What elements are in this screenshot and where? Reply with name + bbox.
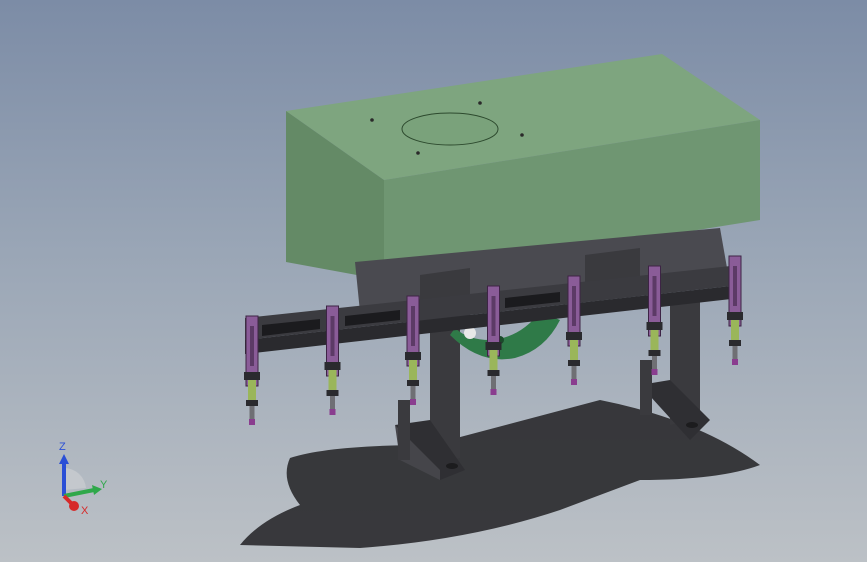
suction-tip [410, 399, 416, 405]
picker-assembly [646, 265, 663, 375]
picker-nut [648, 350, 661, 356]
picker-clamp [646, 322, 663, 330]
picker-rod [652, 356, 657, 370]
suction-tip [571, 379, 577, 385]
bracket-slot [250, 326, 254, 366]
picker-clamp [485, 342, 502, 350]
bracket-slot [330, 316, 335, 356]
picker-assembly [405, 295, 421, 405]
y-axis-line [63, 488, 95, 498]
picker-assembly [324, 305, 341, 415]
picker-rod [491, 376, 496, 390]
picker-nut [487, 370, 500, 376]
picker-spring [650, 330, 659, 352]
bracket-slot [411, 306, 415, 346]
x-axis-arrow [69, 501, 79, 511]
picker-assembly [566, 275, 582, 385]
picker-clamp [405, 352, 421, 360]
picker-spring [731, 320, 739, 342]
picker-assembly [244, 315, 260, 425]
picker-clamp [727, 312, 743, 320]
y-axis-label: Y [100, 479, 108, 491]
picker-spring [489, 350, 498, 372]
orientation-triad[interactable]: Z Y X [40, 438, 120, 518]
picker-nut [326, 390, 339, 396]
picker-assembly [727, 255, 743, 365]
z-axis-arrow [59, 454, 69, 464]
picker-rod [571, 366, 577, 380]
z-axis-label: Z [59, 441, 66, 453]
x-axis-label: X [81, 505, 89, 517]
picker-spring [328, 370, 337, 392]
triad-quadrant [64, 467, 86, 490]
suction-tip [651, 369, 658, 375]
picker-rod [330, 396, 335, 410]
picker-assembly [485, 285, 502, 395]
suction-tip [732, 359, 738, 365]
picker-rod [732, 346, 738, 360]
picker-nut [407, 380, 419, 386]
picker-rod [410, 386, 416, 400]
picker-rod [249, 406, 255, 420]
cad-model-view[interactable] [0, 0, 867, 562]
picker-nut [729, 340, 741, 346]
bracket-slot [572, 286, 576, 326]
picker-spring [248, 380, 256, 402]
picker-clamp [244, 372, 260, 380]
bracket-slot [652, 276, 657, 316]
bracket-slot [491, 296, 496, 336]
graphics-viewport[interactable]: Z Y X [0, 0, 867, 562]
bracket-slot [733, 266, 737, 306]
picker-clamp [324, 362, 341, 370]
suction-tip [490, 389, 497, 395]
support-stand-left [395, 322, 465, 480]
picker-spring [570, 340, 578, 362]
suction-tip [329, 409, 336, 415]
suction-tip [249, 419, 255, 425]
picker-clamp [566, 332, 582, 340]
picker-nut [568, 360, 580, 366]
picker-spring [409, 360, 417, 382]
picker-nut [246, 400, 258, 406]
